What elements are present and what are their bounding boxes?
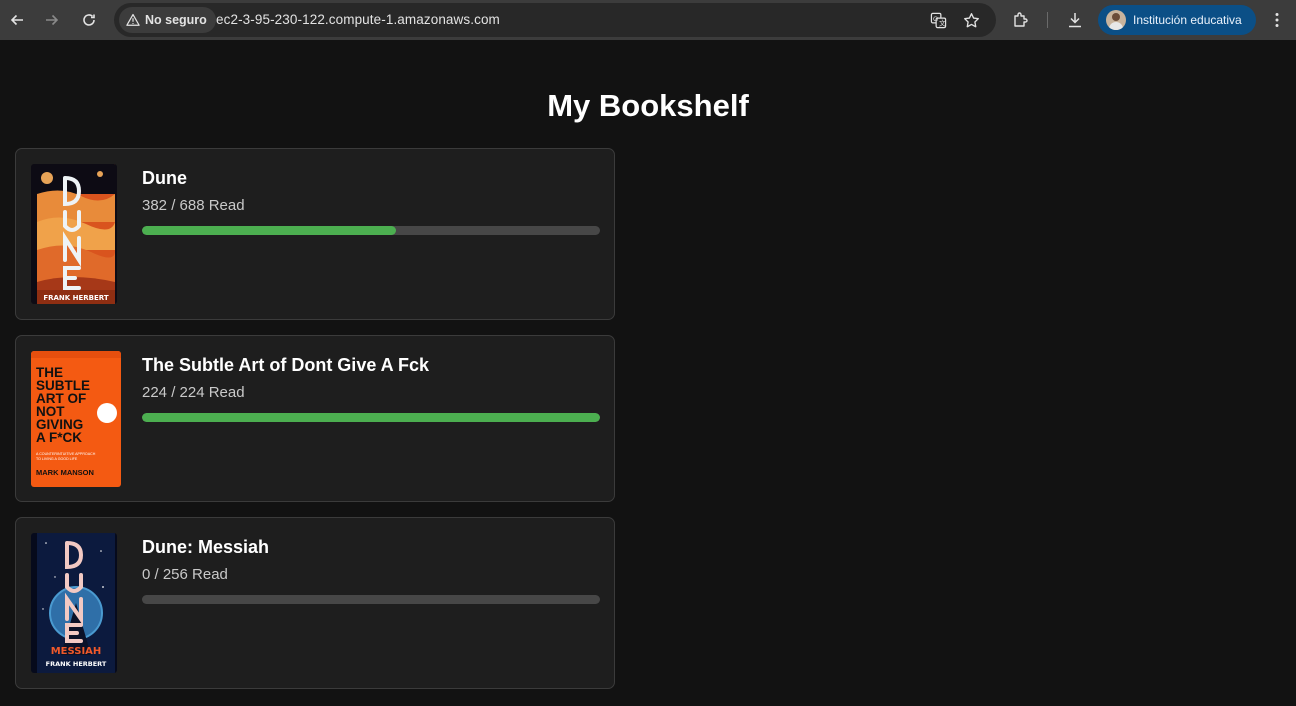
progress-bar-fill	[142, 413, 600, 422]
address-bar[interactable]: No seguro ec2-3-95-230-122.compute-1.ama…	[114, 3, 996, 37]
book-title: The Subtle Art of Dont Give A Fck	[142, 355, 430, 375]
star-icon	[963, 12, 979, 27]
reload-icon	[83, 14, 95, 26]
progress-bar	[142, 226, 600, 235]
bookmark-button[interactable]	[961, 10, 981, 30]
cover-author: MARK MANSON	[36, 468, 94, 477]
svg-text:MESSIAH: MESSIAH	[51, 646, 102, 657]
progress-bar	[142, 413, 600, 422]
book-cover: FRANK HERBERT	[31, 164, 117, 304]
url-text[interactable]: ec2-3-95-230-122.compute-1.amazonaws.com	[216, 12, 500, 27]
svg-text:G: G	[933, 15, 938, 22]
translate-button[interactable]: G文	[928, 10, 948, 30]
translate-icon: G文	[930, 12, 946, 28]
download-icon	[1069, 13, 1081, 28]
cover-author: FRANK HERBERT	[43, 294, 109, 302]
book-card[interactable]: FRANK HERBERT Dune 382 / 688 Read	[15, 148, 615, 320]
browser-toolbar: No seguro ec2-3-95-230-122.compute-1.ama…	[0, 0, 1296, 40]
back-button[interactable]	[3, 6, 31, 34]
progress-bar-fill	[142, 226, 397, 235]
progress-text: 0 / 256 Read	[142, 566, 228, 583]
toolbar-divider	[1047, 12, 1048, 28]
forward-button[interactable]	[38, 6, 66, 34]
book-card[interactable]: THE SUBTLE ART OF NOT GIVING A F*CK A CO…	[15, 335, 615, 502]
book-cover: THE SUBTLE ART OF NOT GIVING A F*CK A CO…	[31, 351, 121, 487]
book-title: Dune: Messiah	[142, 537, 270, 557]
progress-text: 382 / 688 Read	[142, 197, 245, 214]
security-chip[interactable]: No seguro	[119, 7, 216, 33]
book-card[interactable]: MESSIAH FRANK HERBERT Dune: Messiah 0 / …	[15, 517, 615, 689]
cover-author: FRANK HERBERT	[46, 660, 107, 668]
book-title: Dune	[142, 168, 187, 188]
profile-button[interactable]: Institución educativa	[1098, 5, 1256, 35]
profile-name: Institución educativa	[1133, 13, 1242, 27]
downloads-button[interactable]	[1063, 8, 1087, 32]
page-title: My Bookshelf	[547, 88, 749, 123]
warning-icon	[126, 13, 140, 26]
svg-text:A F*CK: A F*CK	[36, 430, 82, 445]
progress-bar	[142, 595, 600, 604]
svg-text:文: 文	[938, 18, 945, 27]
avatar	[1106, 10, 1126, 30]
puzzle-icon	[1014, 12, 1028, 27]
menu-button[interactable]	[1265, 8, 1289, 32]
svg-text:A COUNTERINTUITIVE APPROACH: A COUNTERINTUITIVE APPROACH	[36, 452, 96, 456]
security-label: No seguro	[145, 13, 207, 27]
progress-text: 224 / 224 Read	[142, 384, 245, 401]
back-arrow-icon	[10, 14, 23, 26]
kebab-menu-icon	[1275, 13, 1279, 27]
forward-arrow-icon	[46, 14, 59, 26]
reload-button[interactable]	[75, 6, 103, 34]
book-cover: MESSIAH FRANK HERBERT	[31, 533, 117, 673]
svg-text:TO LIVING A GOOD LIFE: TO LIVING A GOOD LIFE	[36, 457, 78, 461]
extensions-button[interactable]	[1009, 8, 1033, 32]
